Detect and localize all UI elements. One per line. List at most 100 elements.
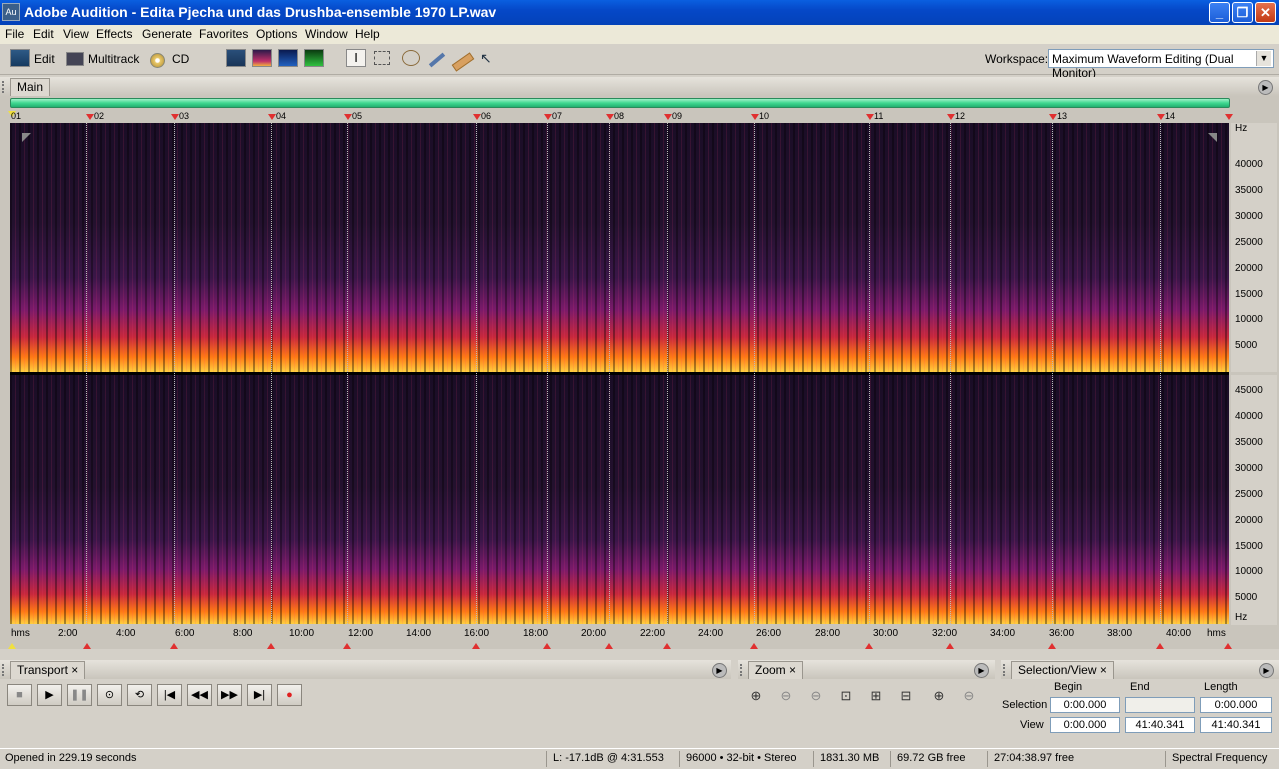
tab-main[interactable]: Main xyxy=(10,78,51,96)
waveform-display-icon[interactable] xyxy=(226,49,246,67)
zoom-out-amplitude-icon[interactable]: ⊖ xyxy=(775,686,797,706)
pause-button[interactable]: ❚❚ xyxy=(67,684,92,706)
cd-view-button[interactable]: CD xyxy=(172,48,189,70)
marker-icon[interactable] xyxy=(1224,643,1232,649)
marker-icon[interactable] xyxy=(1156,643,1164,649)
marker-label[interactable]: 12 xyxy=(947,110,965,122)
marker-icon[interactable] xyxy=(170,643,178,649)
spectrogram-channel-right[interactable] xyxy=(10,375,1229,624)
marker-label[interactable]: 03 xyxy=(171,110,189,122)
marker-icon[interactable] xyxy=(750,643,758,649)
menu-effects[interactable]: Effects xyxy=(96,27,132,41)
record-button[interactable]: ● xyxy=(277,684,302,706)
play-from-cursor-button[interactable]: ⊙ xyxy=(97,684,122,706)
tab-transport[interactable]: Transport × xyxy=(10,661,86,679)
marker-label[interactable]: 10 xyxy=(751,110,769,122)
tab-zoom[interactable]: Zoom × xyxy=(748,661,804,679)
multitrack-icon[interactable] xyxy=(66,52,84,66)
marker-label[interactable]: 02 xyxy=(86,110,104,122)
close-tab-icon[interactable]: × xyxy=(1100,663,1107,677)
marker-icon[interactable] xyxy=(605,643,613,649)
menu-file[interactable]: File xyxy=(5,27,24,41)
panel-menu-icon[interactable]: ▶ xyxy=(712,663,727,678)
spectral-pan-icon[interactable] xyxy=(278,49,298,67)
panel-menu-icon[interactable]: ▶ xyxy=(1258,80,1273,95)
loop-button[interactable]: ⟲ xyxy=(127,684,152,706)
spot-healing-icon[interactable] xyxy=(451,52,475,72)
marker-icon[interactable] xyxy=(865,643,873,649)
cd-icon[interactable] xyxy=(150,53,165,68)
close-tab-icon[interactable]: × xyxy=(71,663,78,677)
zoom-out-full-icon[interactable]: ⊖ xyxy=(805,686,827,706)
panel-menu-icon[interactable]: ▶ xyxy=(1259,663,1274,678)
overview-zoom-bar[interactable] xyxy=(10,98,1230,108)
marker-icon[interactable] xyxy=(83,643,91,649)
spectral-frequency-icon[interactable] xyxy=(252,49,272,67)
marker-icon[interactable] xyxy=(472,643,480,649)
view-begin-field[interactable]: 0:00.000 xyxy=(1050,717,1120,733)
marker-label[interactable]: 11 xyxy=(866,110,883,122)
menu-generate[interactable]: Generate xyxy=(142,27,192,41)
zoom-out-vertical-icon[interactable]: ⊖ xyxy=(958,686,980,706)
menu-edit[interactable]: Edit xyxy=(33,27,54,41)
go-to-end-button[interactable]: ▶| xyxy=(247,684,272,706)
zoom-right-edge-icon[interactable]: ⊟ xyxy=(895,686,917,706)
spectrogram-channel-left[interactable] xyxy=(10,123,1229,372)
marker-icon[interactable] xyxy=(543,643,551,649)
multitrack-view-button[interactable]: Multitrack xyxy=(88,48,139,70)
menu-window[interactable]: Window xyxy=(305,27,348,41)
tab-selection-view[interactable]: Selection/View × xyxy=(1011,661,1114,679)
selection-length-field[interactable]: 0:00.000 xyxy=(1200,697,1272,713)
marker-label[interactable]: 13 xyxy=(1049,110,1067,122)
menu-view[interactable]: View xyxy=(63,27,89,41)
panel-grip-icon[interactable] xyxy=(740,664,746,676)
zoom-left-edge-icon[interactable]: ⊞ xyxy=(865,686,887,706)
time-selection-tool-icon[interactable]: I xyxy=(346,49,366,67)
marker-label[interactable]: 08 xyxy=(606,110,624,122)
panel-grip-icon[interactable] xyxy=(2,81,8,93)
scrub-tool-icon[interactable]: ↖ xyxy=(480,51,494,65)
play-button[interactable]: ▶ xyxy=(37,684,62,706)
stop-button[interactable]: ■ xyxy=(7,684,32,706)
zoom-selection-icon[interactable]: ⊡ xyxy=(835,686,857,706)
maximize-button[interactable]: ❐ xyxy=(1232,2,1253,23)
marker-label[interactable]: 14 xyxy=(1157,110,1175,122)
zoom-in-vertical-icon[interactable]: ⊕ xyxy=(928,686,950,706)
marker-icon[interactable] xyxy=(946,643,954,649)
lasso-tool-icon[interactable] xyxy=(402,50,420,66)
close-tab-icon[interactable]: × xyxy=(789,663,796,677)
time-ruler[interactable]: hms 2:00 4:00 6:00 8:00 10:00 12:00 14:0… xyxy=(8,625,1230,643)
panel-grip-icon[interactable] xyxy=(1003,664,1009,676)
rewind-button[interactable]: ◀◀ xyxy=(187,684,212,706)
marker-icon[interactable] xyxy=(663,643,671,649)
marker-label[interactable]: 01 xyxy=(11,110,21,122)
edit-view-icon[interactable] xyxy=(10,49,30,67)
menu-options[interactable]: Options xyxy=(256,27,297,41)
view-end-field[interactable]: 41:40.341 xyxy=(1125,717,1195,733)
marker-label[interactable]: 06 xyxy=(473,110,491,122)
marker-icon[interactable] xyxy=(343,643,351,649)
menu-help[interactable]: Help xyxy=(355,27,380,41)
marker-label[interactable]: 04 xyxy=(268,110,286,122)
close-button[interactable]: ✕ xyxy=(1255,2,1276,23)
marker-end[interactable] xyxy=(1225,110,1233,122)
panel-grip-icon[interactable] xyxy=(2,664,8,676)
marker-icon[interactable] xyxy=(267,643,275,649)
selection-begin-field[interactable]: 0:00.000 xyxy=(1050,697,1120,713)
edit-view-button[interactable]: Edit xyxy=(34,48,55,70)
panel-menu-icon[interactable]: ▶ xyxy=(974,663,989,678)
zoom-in-amplitude-icon[interactable]: ⊕ xyxy=(745,686,767,706)
view-length-field[interactable]: 41:40.341 xyxy=(1200,717,1272,733)
playhead-marker-icon[interactable] xyxy=(8,643,16,649)
fast-forward-button[interactable]: ▶▶ xyxy=(217,684,242,706)
marker-label[interactable]: 07 xyxy=(544,110,562,122)
marker-ruler[interactable]: 01 02 03 04 05 06 07 08 09 10 11 12 13 1… xyxy=(8,110,1236,123)
go-to-start-button[interactable]: |◀ xyxy=(157,684,182,706)
menu-favorites[interactable]: Favorites xyxy=(199,27,248,41)
minimize-button[interactable]: _ xyxy=(1209,2,1230,23)
selection-end-field[interactable] xyxy=(1125,697,1195,713)
brush-tool-icon[interactable] xyxy=(428,52,446,68)
spectral-phase-icon[interactable] xyxy=(304,49,324,67)
marker-label[interactable]: 05 xyxy=(344,110,362,122)
marker-label[interactable]: 09 xyxy=(664,110,682,122)
